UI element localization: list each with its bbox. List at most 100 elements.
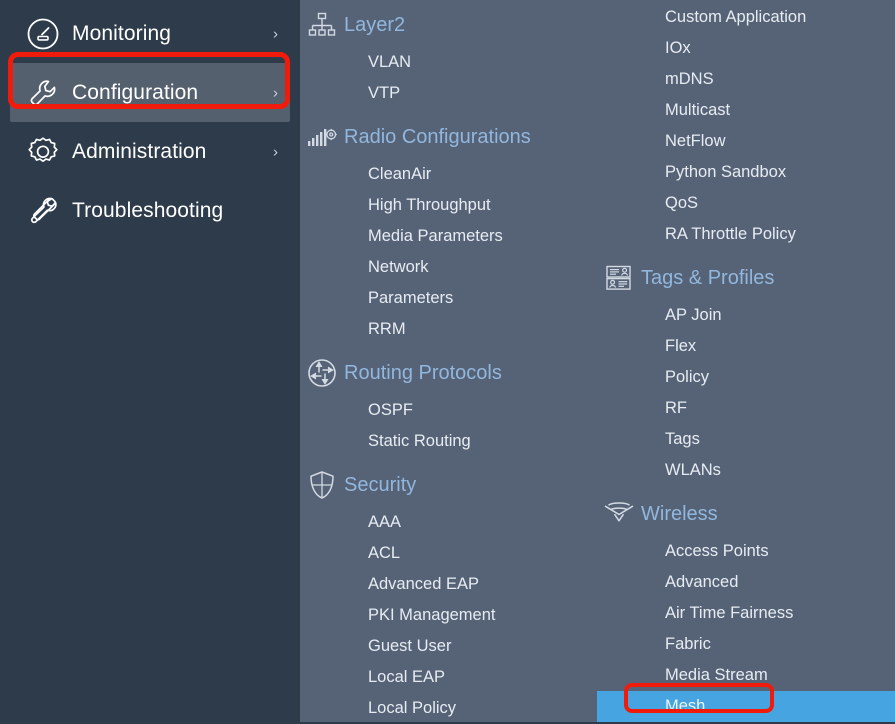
- submenu-label-multicast: Multicast: [665, 101, 731, 119]
- submenu-label-flex: Flex: [665, 337, 697, 355]
- submenu-label-policy: Policy: [665, 368, 710, 386]
- submenu-label-local-policy: Local Policy: [368, 699, 457, 717]
- chevron-right-icon-monitoring: ›: [273, 25, 278, 42]
- submenu-item-local-eap[interactable]: Local EAP: [300, 662, 597, 693]
- submenu-item-parameters[interactable]: Parameters: [300, 283, 597, 314]
- chevron-right-icon-administration: ›: [273, 143, 278, 160]
- submenu-label-aaa: AAA: [368, 513, 402, 531]
- submenu-item-advanced[interactable]: Advanced: [597, 567, 895, 598]
- submenu-item-python-sandbox[interactable]: Python Sandbox: [597, 157, 895, 188]
- hierarchy-icon: [300, 11, 344, 39]
- screwdriver-wrench-icon: [24, 192, 62, 230]
- submenu-label-ra-throttle-policy: RA Throttle Policy: [665, 225, 796, 243]
- nav-item-troubleshooting[interactable]: Troubleshooting: [10, 181, 290, 240]
- submenu-item-aaa[interactable]: AAA: [300, 507, 597, 538]
- group-title-radio-configurations: Radio Configurations: [344, 125, 531, 148]
- submenu-item-ra-throttle-policy[interactable]: RA Throttle Policy: [597, 219, 895, 250]
- submenu-label-acl: ACL: [368, 544, 401, 562]
- submenu-item-static-routing[interactable]: Static Routing: [300, 426, 597, 457]
- submenu-item-advanced-eap[interactable]: Advanced EAP: [300, 569, 597, 600]
- submenu-label-fabric: Fabric: [665, 635, 711, 653]
- submenu-group-radio-configurations[interactable]: Radio Configurations: [300, 117, 597, 157]
- chevron-right-icon-configuration: ›: [273, 84, 278, 101]
- submenu-group-layer2[interactable]: Layer2: [300, 5, 597, 45]
- nav-label-configuration: Configuration: [72, 80, 199, 104]
- id-cards-icon: [597, 264, 641, 292]
- submenu-group-tags-profiles[interactable]: Tags & Profiles: [597, 258, 895, 298]
- submenu-item-mdns[interactable]: mDNS: [597, 64, 895, 95]
- nav-item-administration[interactable]: Administration ›: [10, 122, 290, 181]
- submenu-label-ap-join: AP Join: [665, 306, 722, 324]
- submenu-item-multicast[interactable]: Multicast: [597, 95, 895, 126]
- submenu-label-vlan: VLAN: [368, 53, 412, 71]
- submenu-item-media-stream[interactable]: Media Stream: [597, 660, 895, 691]
- submenu-item-ospf[interactable]: OSPF: [300, 395, 597, 426]
- submenu-label-rf: RF: [665, 399, 687, 417]
- submenu-label-ospf: OSPF: [368, 401, 413, 419]
- submenu-item-iox[interactable]: IOx: [597, 33, 895, 64]
- gear-icon: [24, 133, 62, 171]
- submenu-label-parameters: Parameters: [368, 289, 454, 307]
- submenu-group-routing-protocols[interactable]: Routing Protocols: [300, 353, 597, 393]
- submenu-label-access-points: Access Points: [665, 542, 769, 560]
- nav-item-monitoring[interactable]: Monitoring ›: [10, 4, 290, 63]
- submenu-label-media-stream: Media Stream: [665, 666, 768, 684]
- submenu-item-guest-user[interactable]: Guest User: [300, 631, 597, 662]
- submenu-item-policy[interactable]: Policy: [597, 362, 895, 393]
- submenu-item-high-throughput[interactable]: High Throughput: [300, 190, 597, 221]
- submenu-item-acl[interactable]: ACL: [300, 538, 597, 569]
- submenu-label-network: Network: [368, 258, 429, 276]
- group-title-wireless: Wireless: [641, 502, 718, 525]
- submenu-label-tags: Tags: [665, 430, 700, 448]
- submenu-label-vtp: VTP: [368, 84, 401, 102]
- cisco-wlc-navigation-screen: Monitoring › Configuration › Administrat…: [0, 0, 895, 722]
- submenu-label-media-parameters: Media Parameters: [368, 227, 503, 245]
- group-title-tags-profiles: Tags & Profiles: [641, 266, 775, 289]
- submenu-group-security[interactable]: Security: [300, 465, 597, 505]
- submenu-item-ap-join[interactable]: AP Join: [597, 300, 895, 331]
- submenu-item-vlan[interactable]: VLAN: [300, 47, 597, 78]
- submenu-item-network[interactable]: Network: [300, 252, 597, 283]
- wifi-icon: [597, 501, 641, 527]
- submenu-group-wireless[interactable]: Wireless: [597, 494, 895, 534]
- submenu-item-fabric[interactable]: Fabric: [597, 629, 895, 660]
- submenu-label-qos: QoS: [665, 194, 699, 212]
- submenu-item-media-parameters[interactable]: Media Parameters: [300, 221, 597, 252]
- submenu-label-cleanair: CleanAir: [368, 165, 432, 183]
- submenu-item-access-points[interactable]: Access Points: [597, 536, 895, 567]
- submenu-label-pki-management: PKI Management: [368, 606, 496, 624]
- router-arrows-icon: [300, 358, 344, 388]
- submenu-item-flex[interactable]: Flex: [597, 331, 895, 362]
- submenu-column-right: Custom Application IOx mDNS Multicast Ne…: [597, 0, 895, 722]
- submenu-label-rrm: RRM: [368, 320, 406, 338]
- submenu-item-air-time-fairness[interactable]: Air Time Fairness: [597, 598, 895, 629]
- submenu-item-netflow[interactable]: NetFlow: [597, 126, 895, 157]
- submenu-item-pki-management[interactable]: PKI Management: [300, 600, 597, 631]
- submenu-item-local-policy[interactable]: Local Policy: [300, 693, 597, 724]
- submenu-item-qos[interactable]: QoS: [597, 188, 895, 219]
- group-title-layer2: Layer2: [344, 13, 406, 36]
- left-navigation-panel: Monitoring › Configuration › Administrat…: [0, 0, 300, 722]
- configuration-submenu-panel: Layer2 VLAN VTP Radio Configurations Cle…: [300, 0, 895, 722]
- submenu-label-mdns: mDNS: [665, 70, 714, 88]
- submenu-label-iox: IOx: [665, 39, 691, 57]
- submenu-item-cleanair[interactable]: CleanAir: [300, 159, 597, 190]
- submenu-item-rf[interactable]: RF: [597, 393, 895, 424]
- submenu-label-local-eap: Local EAP: [368, 668, 446, 686]
- submenu-label-python-sandbox: Python Sandbox: [665, 163, 787, 181]
- nav-label-monitoring: Monitoring: [72, 21, 172, 45]
- signal-gear-icon: [300, 125, 344, 149]
- submenu-item-vtp[interactable]: VTP: [300, 78, 597, 109]
- submenu-item-tags[interactable]: Tags: [597, 424, 895, 455]
- submenu-column-left: Layer2 VLAN VTP Radio Configurations Cle…: [300, 0, 597, 722]
- submenu-item-rrm[interactable]: RRM: [300, 314, 597, 345]
- gauge-icon: [24, 15, 62, 53]
- submenu-item-mesh[interactable]: Mesh: [597, 691, 895, 722]
- submenu-item-wlans[interactable]: WLANs: [597, 455, 895, 486]
- nav-item-configuration[interactable]: Configuration ›: [10, 63, 290, 122]
- shield-icon: [300, 470, 344, 500]
- group-title-routing-protocols: Routing Protocols: [344, 361, 502, 384]
- submenu-item-custom-application[interactable]: Custom Application: [597, 2, 895, 33]
- submenu-label-high-throughput: High Throughput: [368, 196, 491, 214]
- submenu-label-wlans: WLANs: [665, 461, 721, 479]
